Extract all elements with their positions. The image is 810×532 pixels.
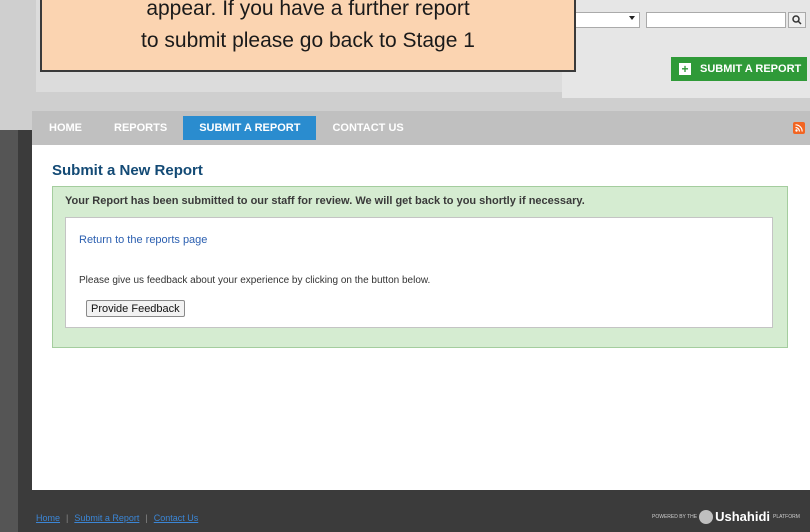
- footer-link-home[interactable]: Home: [36, 513, 60, 523]
- search-input[interactable]: [646, 12, 786, 28]
- return-to-reports-link[interactable]: Return to the reports page: [79, 234, 207, 246]
- footer-link-contact-us[interactable]: Contact Us: [154, 513, 199, 523]
- footer-links: Home | Submit a Report | Contact Us: [36, 513, 198, 523]
- tooltip-line-1: appear. If you have a further report: [146, 0, 470, 20]
- success-message: Your Report has been submitted to our st…: [65, 195, 585, 207]
- page-title: Submit a New Report: [52, 162, 203, 179]
- main-nav: HOME REPORTS SUBMIT A REPORT CONTACT US: [32, 111, 810, 145]
- chevron-down-icon: [629, 16, 635, 20]
- main-content: HOME REPORTS SUBMIT A REPORT CONTACT US …: [32, 111, 810, 490]
- nav-item-home[interactable]: HOME: [32, 116, 98, 140]
- left-stripe: [0, 130, 18, 532]
- rss-icon[interactable]: [793, 122, 805, 134]
- provide-feedback-button[interactable]: Provide Feedback: [86, 300, 185, 317]
- search-button[interactable]: [788, 12, 806, 28]
- tooltip-line-2: to submit please go back to Stage 1: [141, 29, 475, 52]
- footer-separator: |: [145, 513, 148, 523]
- nav-item-contact-us[interactable]: CONTACT US: [316, 116, 419, 140]
- powered-by-ushahidi[interactable]: POWERED BY THE Ushahidi PLATFORM: [652, 509, 800, 524]
- powered-prefix: POWERED BY THE: [652, 513, 698, 520]
- plus-icon: +: [679, 63, 691, 75]
- success-panel: Your Report has been submitted to our st…: [52, 186, 788, 348]
- nav-item-reports[interactable]: REPORTS: [98, 116, 183, 140]
- powered-suffix: PLATFORM: [773, 513, 800, 520]
- footer-separator: |: [66, 513, 69, 523]
- instruction-tooltip: appear. If you have a further report to …: [40, 0, 576, 72]
- ushahidi-logo-icon: [699, 509, 714, 524]
- followup-box: Return to the reports page Please give u…: [65, 217, 773, 328]
- search-icon: [792, 15, 802, 25]
- footer-link-submit-report[interactable]: Submit a Report: [74, 513, 139, 523]
- nav-item-submit-report[interactable]: SUBMIT A REPORT: [183, 116, 317, 140]
- submit-report-label: SUBMIT A REPORT: [700, 63, 802, 75]
- ushahidi-brand: Ushahidi: [715, 509, 771, 524]
- feedback-prompt: Please give us feedback about your exper…: [79, 275, 431, 286]
- submit-report-button[interactable]: + SUBMIT A REPORT: [671, 57, 807, 81]
